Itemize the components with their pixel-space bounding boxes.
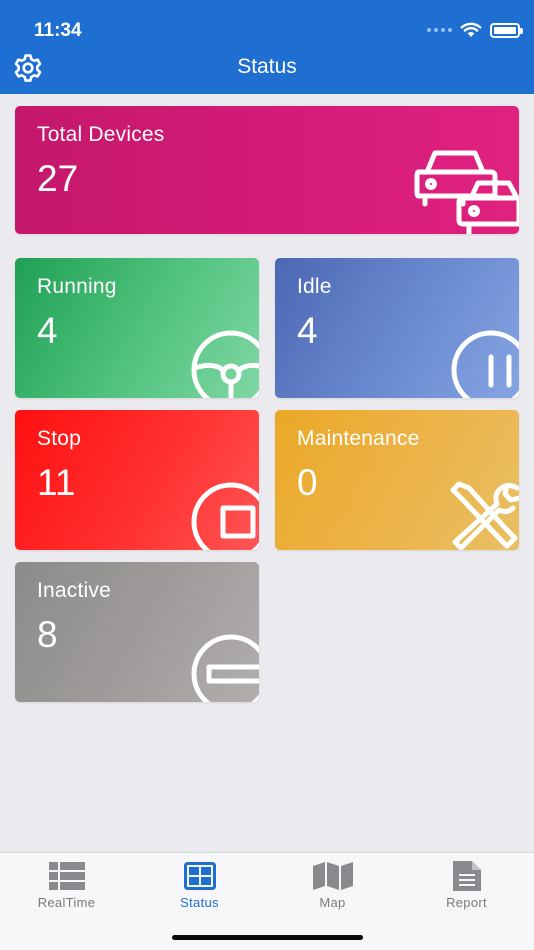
stop-value: 11 bbox=[37, 462, 76, 503]
app-header: 11:34 Status bbox=[0, 0, 534, 94]
tab-map[interactable]: Map bbox=[266, 853, 399, 923]
tab-report-label: Report bbox=[446, 895, 487, 910]
stop-icon bbox=[191, 482, 259, 550]
maintenance-card[interactable]: Maintenance 0 bbox=[275, 410, 519, 550]
running-card[interactable]: Running 4 bbox=[15, 258, 259, 398]
minus-icon bbox=[191, 634, 259, 702]
tab-realtime[interactable]: RealTime bbox=[0, 853, 133, 923]
tools-icon bbox=[450, 481, 519, 550]
stop-label: Stop bbox=[37, 427, 81, 450]
tab-report[interactable]: Report bbox=[400, 853, 533, 923]
grid-icon bbox=[183, 862, 216, 890]
total-devices-label: Total Devices bbox=[37, 123, 165, 146]
document-icon bbox=[452, 861, 481, 891]
cars-icon bbox=[414, 150, 519, 234]
page-title: Status bbox=[237, 55, 297, 78]
status-bar-time: 11:34 bbox=[34, 20, 82, 41]
tab-status-label: Status bbox=[180, 895, 219, 910]
tab-realtime-label: RealTime bbox=[37, 895, 96, 910]
list-icon bbox=[48, 862, 85, 890]
map-icon bbox=[312, 862, 353, 890]
inactive-value: 8 bbox=[37, 614, 58, 655]
maintenance-label: Maintenance bbox=[297, 427, 420, 450]
running-value: 4 bbox=[37, 310, 58, 351]
idle-value: 4 bbox=[297, 310, 318, 351]
maintenance-value: 0 bbox=[297, 462, 318, 503]
status-bar-icons bbox=[427, 22, 523, 38]
wifi-icon bbox=[460, 22, 482, 37]
home-indicator bbox=[172, 935, 363, 940]
cellular-signal-icon bbox=[427, 28, 452, 32]
pause-icon bbox=[451, 330, 519, 398]
tab-map-label: Map bbox=[319, 895, 346, 910]
inactive-card[interactable]: Inactive 8 bbox=[15, 562, 259, 702]
inactive-label: Inactive bbox=[37, 579, 111, 602]
battery-icon bbox=[490, 22, 523, 38]
steering-wheel-icon bbox=[191, 330, 259, 398]
idle-card[interactable]: Idle 4 bbox=[275, 258, 519, 398]
stop-card[interactable]: Stop 11 bbox=[15, 410, 259, 550]
total-devices-card[interactable]: Total Devices 27 bbox=[15, 106, 519, 234]
tab-status[interactable]: Status bbox=[133, 853, 266, 923]
total-devices-value: 27 bbox=[37, 158, 79, 199]
idle-label: Idle bbox=[297, 275, 332, 298]
running-label: Running bbox=[37, 275, 117, 298]
